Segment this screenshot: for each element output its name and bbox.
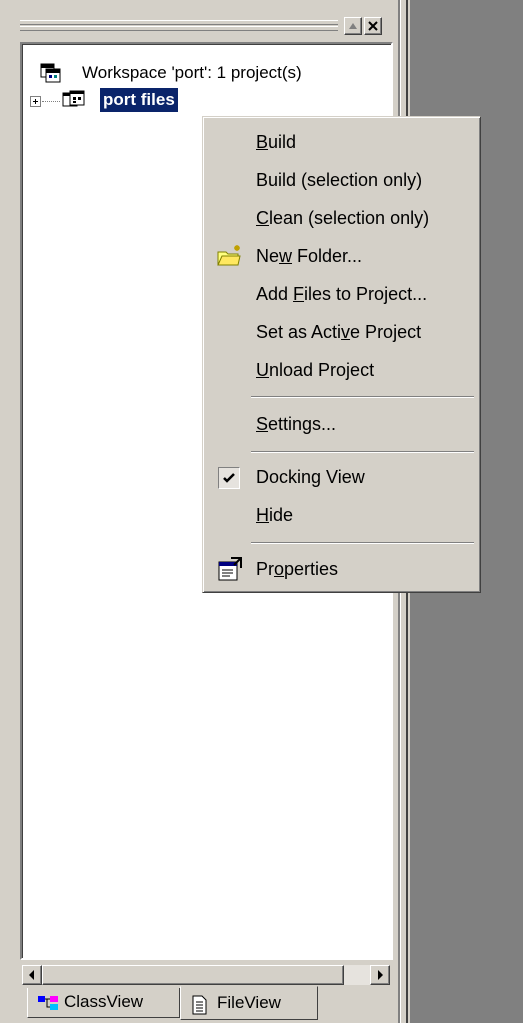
menu-item-label: lean (selection only) [269, 208, 430, 228]
fileview-icon [192, 995, 207, 1015]
menu-item-label: Build (selection only) [256, 170, 423, 190]
context-menu: Build Build (selection only) Clean (sele… [202, 116, 481, 593]
menu-separator [251, 542, 474, 544]
menu-item-label: Add [256, 284, 294, 304]
menu-item-label: e Project [350, 322, 422, 342]
menu-item-hide[interactable]: Hide [206, 497, 477, 533]
check-indicator [218, 467, 240, 489]
menu-item-label: perties [284, 559, 339, 579]
scroll-thumb[interactable] [42, 965, 344, 985]
project-label[interactable]: port files [100, 88, 178, 112]
menu-item-label: iles to Project... [304, 284, 428, 304]
menu-item-accelerator: H [256, 505, 269, 525]
menu-item-accelerator: U [256, 360, 269, 380]
menu-item-accelerator: o [274, 559, 285, 579]
new-folder-icon [217, 245, 241, 266]
project-icon [62, 90, 85, 107]
scroll-left-button[interactable] [22, 965, 42, 985]
title-grip-line[interactable] [20, 20, 338, 25]
close-icon [368, 21, 378, 31]
menu-item-build[interactable]: Build [206, 124, 477, 160]
close-button[interactable] [364, 17, 382, 35]
classview-icon [38, 996, 58, 1010]
menu-item-accelerator: F [293, 284, 305, 304]
menu-item-accelerator: C [256, 208, 269, 228]
menu-item-docking-view[interactable]: Docking View [206, 459, 477, 495]
properties-icon [218, 557, 242, 581]
menu-item-label: nload Project [269, 360, 375, 380]
tab-label: ClassView [64, 992, 144, 1011]
arrow-right-icon [378, 970, 383, 980]
tree-item-project[interactable]: port files [22, 88, 282, 112]
menu-item-set-active[interactable]: Set as Active Project [206, 314, 477, 350]
menu-item-accelerator: w [279, 246, 293, 266]
menu-item-label: Set as Acti [256, 322, 342, 342]
tab-fileview[interactable]: FileView [180, 986, 318, 1020]
menu-separator [251, 451, 474, 453]
restore-button[interactable] [344, 17, 362, 35]
menu-item-accelerator: S [256, 414, 269, 434]
menu-item-label: Docking View [256, 467, 365, 487]
menu-item-properties[interactable]: Properties [206, 551, 477, 587]
menu-item-accelerator: B [256, 132, 269, 152]
menu-item-label: Pr [256, 559, 274, 579]
menu-item-label: Ne [256, 246, 280, 266]
menu-separator [251, 396, 474, 398]
expand-toggle[interactable] [30, 96, 41, 107]
horizontal-scrollbar[interactable] [22, 965, 390, 985]
menu-item-unload-project[interactable]: Unload Project [206, 352, 477, 388]
tab-classview[interactable]: ClassView [27, 988, 180, 1018]
menu-item-accelerator: v [341, 322, 351, 342]
menu-item-label: uild [268, 132, 297, 152]
checkmark-icon [223, 473, 235, 483]
tree-connector [42, 101, 60, 102]
tab-label: FileView [217, 993, 281, 1012]
title-grip-line[interactable] [20, 26, 338, 31]
workspace-label: Workspace 'port': 1 project(s) [82, 63, 302, 82]
menu-item-settings[interactable]: Settings... [206, 406, 477, 442]
menu-item-new-folder[interactable]: New Folder... [206, 238, 477, 274]
menu-item-label: ettings... [268, 414, 337, 434]
menu-item-clean-selection[interactable]: Clean (selection only) [206, 200, 477, 236]
workspace-icon [40, 63, 61, 83]
scroll-right-button[interactable] [370, 965, 390, 985]
menu-item-label: Folder... [292, 246, 363, 266]
restore-icon [349, 23, 357, 29]
menu-item-add-files[interactable]: Add Files to Project... [206, 276, 477, 312]
menu-item-label: ide [269, 505, 294, 525]
arrow-left-icon [29, 970, 34, 980]
menu-item-build-selection[interactable]: Build (selection only) [206, 162, 477, 198]
